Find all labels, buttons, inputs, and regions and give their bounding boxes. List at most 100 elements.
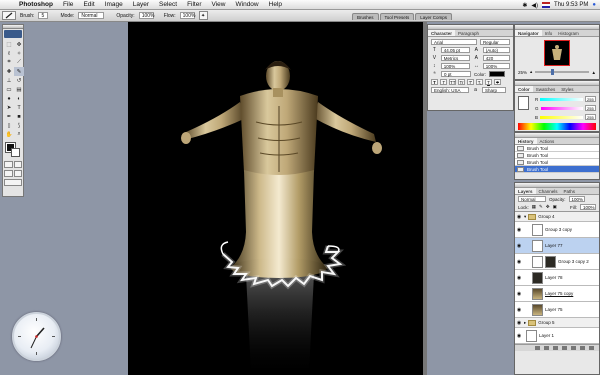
- history-item[interactable]: Brush Tool: [515, 159, 599, 166]
- menu-help[interactable]: Help: [264, 0, 287, 10]
- blend-mode-select[interactable]: Normal: [518, 196, 546, 202]
- bluetooth-icon[interactable]: ✱: [522, 2, 527, 9]
- healing-brush-tool-icon[interactable]: ✚: [4, 67, 14, 76]
- zoom-slider[interactable]: [535, 69, 589, 75]
- lock-all-icon[interactable]: ▣: [553, 204, 557, 210]
- crop-tool-icon[interactable]: ⌗: [4, 58, 14, 67]
- slice-tool-icon[interactable]: ⟋: [14, 58, 24, 67]
- eye-icon[interactable]: ◉: [516, 243, 522, 249]
- font-style-select[interactable]: Regular: [480, 39, 510, 45]
- type-tool-icon[interactable]: T: [14, 103, 24, 112]
- tracking-field[interactable]: 420: [482, 55, 510, 61]
- layer-row-group-4[interactable]: ◉ ▾ Group 4: [515, 212, 599, 222]
- tab-info[interactable]: Info: [542, 30, 556, 36]
- strikethrough-button[interactable]: T: [494, 79, 501, 85]
- tab-channels[interactable]: Channels: [536, 188, 561, 194]
- tab-history[interactable]: History: [515, 138, 537, 144]
- disclosure-open-icon[interactable]: ▾: [524, 214, 526, 220]
- tab-swatches[interactable]: Swatches: [533, 86, 559, 92]
- eye-icon[interactable]: ◉: [516, 227, 522, 233]
- eye-icon[interactable]: ◉: [516, 291, 522, 297]
- layer-row-layer-78[interactable]: ◉ Layer 78: [515, 270, 599, 286]
- layer-row-layer-75-copy[interactable]: ◉ Layer 75 copy: [515, 286, 599, 302]
- mode-select[interactable]: Normal: [78, 12, 105, 19]
- lasso-tool-icon[interactable]: ℓ: [4, 49, 14, 58]
- tab-histogram[interactable]: Histogram: [555, 30, 582, 36]
- green-value[interactable]: 255: [585, 105, 596, 111]
- history-item[interactable]: Brush Tool: [515, 152, 599, 159]
- pen-tool-icon[interactable]: ✒: [4, 112, 14, 121]
- magic-wand-tool-icon[interactable]: ✧: [14, 49, 24, 58]
- history-brush-tool-icon[interactable]: ↺: [14, 76, 24, 85]
- adobe-logo[interactable]: [4, 30, 22, 38]
- airbrush-button[interactable]: ✦: [198, 11, 208, 20]
- brush-tool-icon[interactable]: ✎: [14, 67, 24, 76]
- tab-actions[interactable]: Actions: [537, 138, 558, 144]
- red-slider[interactable]: [540, 97, 583, 101]
- baseline-field[interactable]: 0 pt: [441, 71, 471, 77]
- text-color-swatch[interactable]: [489, 71, 506, 77]
- layers-opacity-field[interactable]: 100%: [568, 196, 585, 202]
- green-slider[interactable]: [540, 106, 583, 110]
- blur-tool-icon[interactable]: ●: [4, 94, 14, 103]
- navigator-preview[interactable]: [544, 40, 570, 66]
- gradient-tool-icon[interactable]: ▤: [14, 85, 24, 94]
- flow-field[interactable]: 100%: [179, 12, 195, 19]
- subscript-button[interactable]: T,: [476, 79, 483, 85]
- well-tab-brushes[interactable]: Brushes: [352, 13, 379, 20]
- layer-row-group-5[interactable]: ◉ ▸ Group 5: [515, 318, 599, 328]
- faux-bold-button[interactable]: T: [431, 79, 438, 85]
- quick-mask-mode-button[interactable]: [13, 161, 22, 168]
- vertical-scale-field[interactable]: 100%: [440, 63, 470, 69]
- leading-field[interactable]: (Auto): [482, 47, 510, 53]
- menu-app[interactable]: Photoshop: [14, 0, 58, 10]
- tab-styles[interactable]: Styles: [558, 86, 576, 92]
- dodge-tool-icon[interactable]: ◐: [14, 94, 24, 103]
- brush-size-field[interactable]: 5: [38, 12, 49, 19]
- underline-button[interactable]: T: [485, 79, 492, 85]
- red-value[interactable]: 255: [585, 96, 596, 102]
- new-group-icon[interactable]: [562, 346, 567, 350]
- path-selection-tool-icon[interactable]: ➤: [4, 103, 14, 112]
- spotlight-icon[interactable]: ●: [592, 2, 596, 8]
- color-spectrum-ramp[interactable]: [518, 123, 596, 130]
- faux-italic-button[interactable]: T: [440, 79, 447, 85]
- font-family-select[interactable]: Arial: [431, 39, 477, 45]
- tab-paragraph[interactable]: Paragraph: [455, 30, 482, 36]
- move-tool-icon[interactable]: ✥: [14, 40, 24, 49]
- desktop-clock-widget[interactable]: [12, 312, 61, 361]
- background-color-swatch[interactable]: [11, 148, 20, 157]
- fill-field[interactable]: 100%: [580, 204, 596, 210]
- add-mask-icon[interactable]: [553, 346, 558, 350]
- menu-file[interactable]: File: [58, 0, 78, 10]
- standard-mode-button[interactable]: [4, 161, 13, 168]
- well-tab-layer-comps[interactable]: Layer Comps: [415, 13, 453, 20]
- color-panel-swatch[interactable]: [518, 96, 529, 110]
- notes-tool-icon[interactable]: ▯: [4, 121, 14, 130]
- eye-icon[interactable]: ◉: [516, 259, 522, 265]
- zoom-value[interactable]: 25%: [518, 70, 527, 75]
- layer-style-icon[interactable]: [544, 346, 549, 350]
- menu-window[interactable]: Window: [231, 0, 264, 10]
- language-select[interactable]: English: USA: [431, 87, 469, 93]
- eye-icon[interactable]: ◉: [516, 275, 522, 281]
- layer-row-layer-75[interactable]: ◉ Layer 75: [515, 302, 599, 318]
- lock-transparency-icon[interactable]: ▦: [532, 204, 536, 210]
- new-layer-icon[interactable]: [580, 346, 585, 350]
- tab-character[interactable]: Character: [428, 30, 456, 36]
- zoom-tool-icon[interactable]: ⌕: [14, 130, 24, 139]
- menu-clock[interactable]: Thu 9:53 PM: [554, 2, 588, 8]
- trash-icon[interactable]: [589, 346, 594, 350]
- eyedropper-tool-icon[interactable]: ⟆: [14, 121, 24, 130]
- eye-icon[interactable]: ◉: [516, 214, 522, 220]
- menu-filter[interactable]: Filter: [182, 0, 206, 10]
- jump-to-imageready-button[interactable]: [4, 179, 22, 186]
- eye-icon[interactable]: ◉: [516, 320, 522, 326]
- eye-icon[interactable]: ◉: [516, 333, 522, 339]
- blue-value[interactable]: 255: [585, 114, 596, 120]
- menu-layer[interactable]: Layer: [128, 0, 154, 10]
- clone-stamp-tool-icon[interactable]: ⊥: [4, 76, 14, 85]
- zoom-out-icon[interactable]: ▴: [530, 69, 532, 75]
- menu-image[interactable]: Image: [100, 0, 128, 10]
- tab-paths[interactable]: Paths: [561, 188, 579, 194]
